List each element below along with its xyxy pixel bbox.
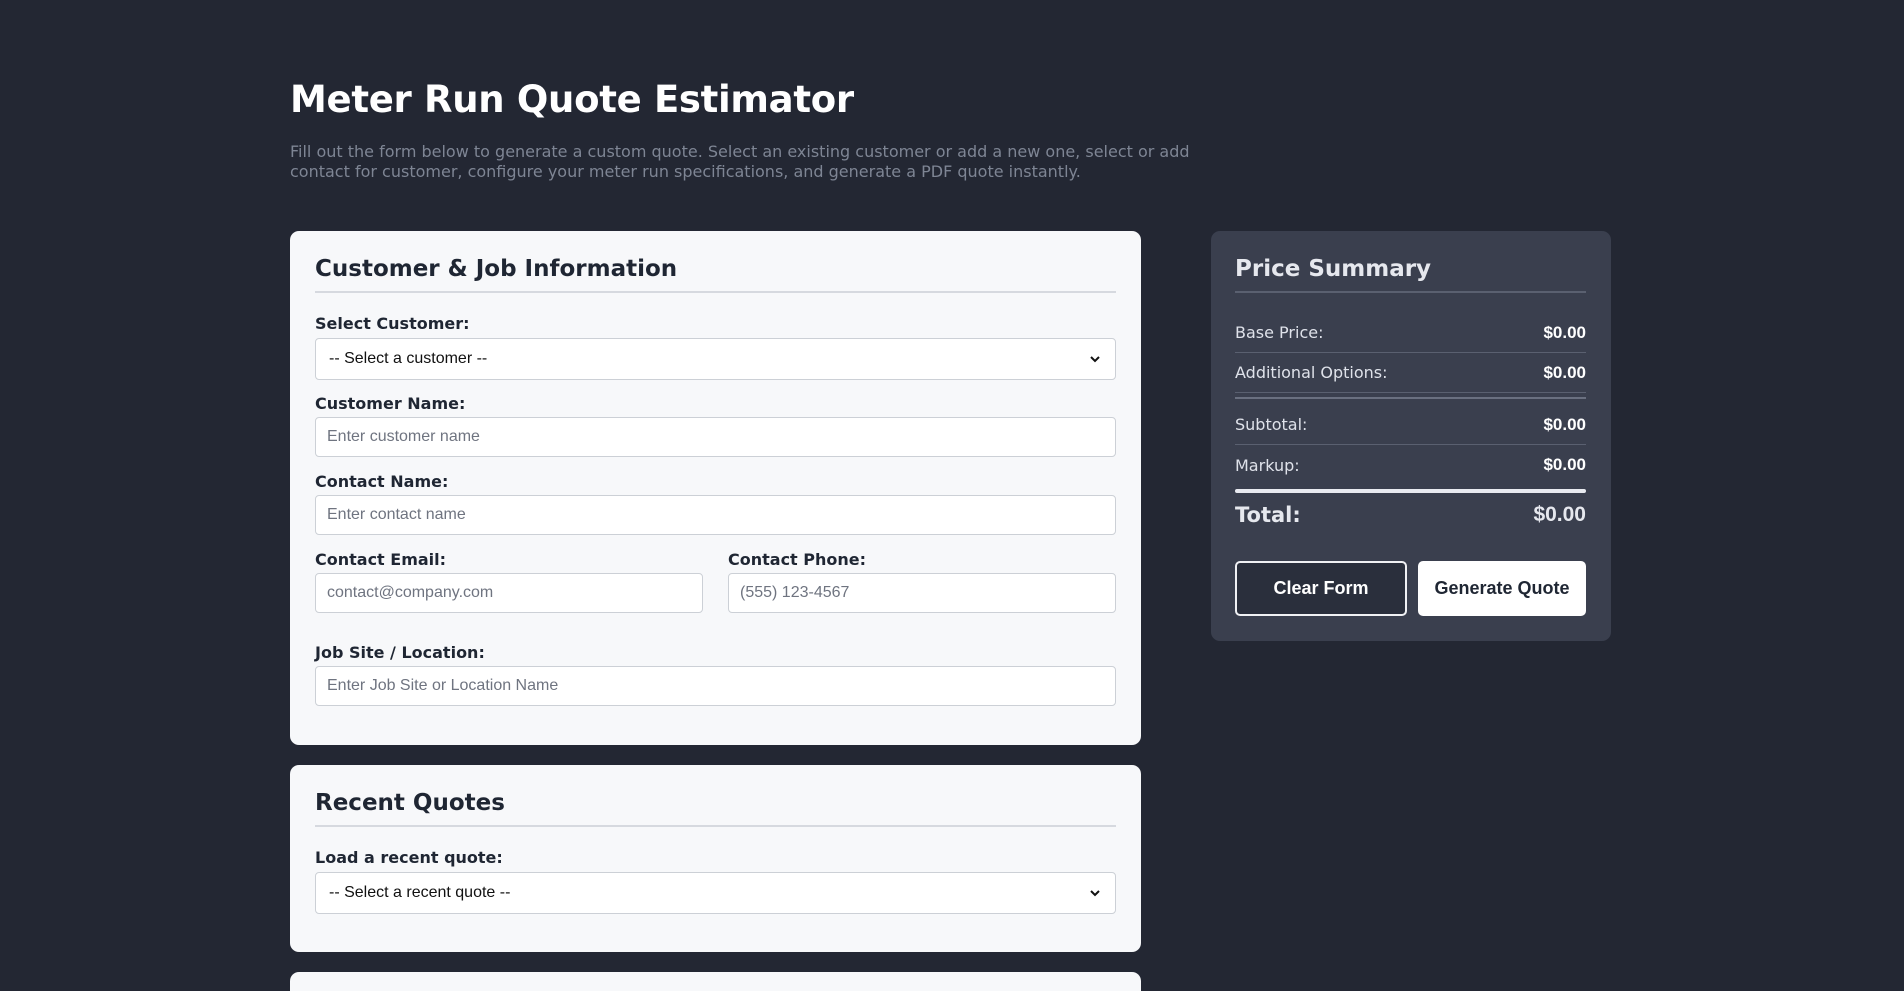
base-price-value: $0.00	[1543, 322, 1586, 342]
additional-options-label: Additional Options:	[1235, 363, 1388, 382]
price-summary-panel: Price Summary Base Price: $0.00 Addition…	[1211, 231, 1611, 641]
customer-name-input[interactable]	[315, 417, 1116, 457]
base-price-row: Base Price: $0.00	[1235, 313, 1586, 353]
additional-options-value: $0.00	[1543, 362, 1586, 382]
markup-label: Markup:	[1235, 455, 1300, 475]
summary-divider	[1235, 291, 1586, 293]
customer-select[interactable]: -- Select a customer --	[315, 338, 1116, 380]
markup-row: Markup: $0.00	[1235, 445, 1586, 485]
job-site-input[interactable]	[315, 666, 1116, 706]
clear-form-button[interactable]: Clear Form	[1235, 561, 1407, 616]
contact-name-label: Contact Name:	[315, 472, 449, 491]
total-divider	[1235, 489, 1586, 493]
markup-value: $0.00	[1543, 455, 1586, 474]
chevron-down-icon	[1090, 356, 1100, 363]
page-header: Meter Run Quote Estimator Fill out the f…	[290, 78, 1190, 181]
load-recent-quote-label: Load a recent quote:	[315, 848, 503, 867]
job-site-label: Job Site / Location:	[315, 643, 485, 662]
contact-name-input[interactable]	[315, 495, 1116, 535]
total-row: Total: $0.00	[1235, 503, 1586, 527]
select-customer-label: Select Customer:	[315, 314, 470, 333]
contact-phone-label: Contact Phone:	[728, 550, 867, 569]
customer-job-card: Customer & Job Information Select Custom…	[290, 231, 1141, 745]
contact-email-input[interactable]	[315, 573, 703, 613]
subtotal-row: Subtotal: $0.00	[1235, 405, 1586, 445]
recent-quote-select[interactable]: -- Select a recent quote --	[315, 872, 1116, 914]
base-price-label: Base Price:	[1235, 323, 1324, 342]
page: Meter Run Quote Estimator Fill out the f…	[0, 0, 1904, 991]
section-divider	[315, 825, 1116, 827]
subtotal-label: Subtotal:	[1235, 415, 1308, 434]
additional-options-row: Additional Options: $0.00	[1235, 353, 1586, 393]
generate-quote-button[interactable]: Generate Quote	[1418, 561, 1586, 616]
customer-name-label: Customer Name:	[315, 394, 466, 413]
subtotal-value: $0.00	[1543, 414, 1586, 434]
price-summary-title: Price Summary	[1235, 256, 1432, 282]
page-title: Meter Run Quote Estimator	[290, 78, 854, 121]
recent-quote-select-value: -- Select a recent quote --	[329, 884, 511, 901]
customer-job-title: Customer & Job Information	[315, 256, 678, 282]
total-label: Total:	[1235, 503, 1301, 527]
section-divider	[315, 291, 1116, 293]
next-section-card	[290, 972, 1141, 991]
chevron-down-icon	[1090, 890, 1100, 897]
subtotal-divider	[1235, 397, 1586, 399]
contact-email-label: Contact Email:	[315, 550, 447, 569]
contact-phone-input[interactable]	[728, 573, 1116, 613]
total-value: $0.00	[1533, 503, 1586, 526]
page-description: Fill out the form below to generate a cu…	[290, 142, 1190, 181]
customer-select-value: -- Select a customer --	[329, 350, 488, 367]
recent-quotes-title: Recent Quotes	[315, 790, 505, 816]
recent-quotes-card: Recent Quotes Load a recent quote: -- Se…	[290, 765, 1141, 952]
